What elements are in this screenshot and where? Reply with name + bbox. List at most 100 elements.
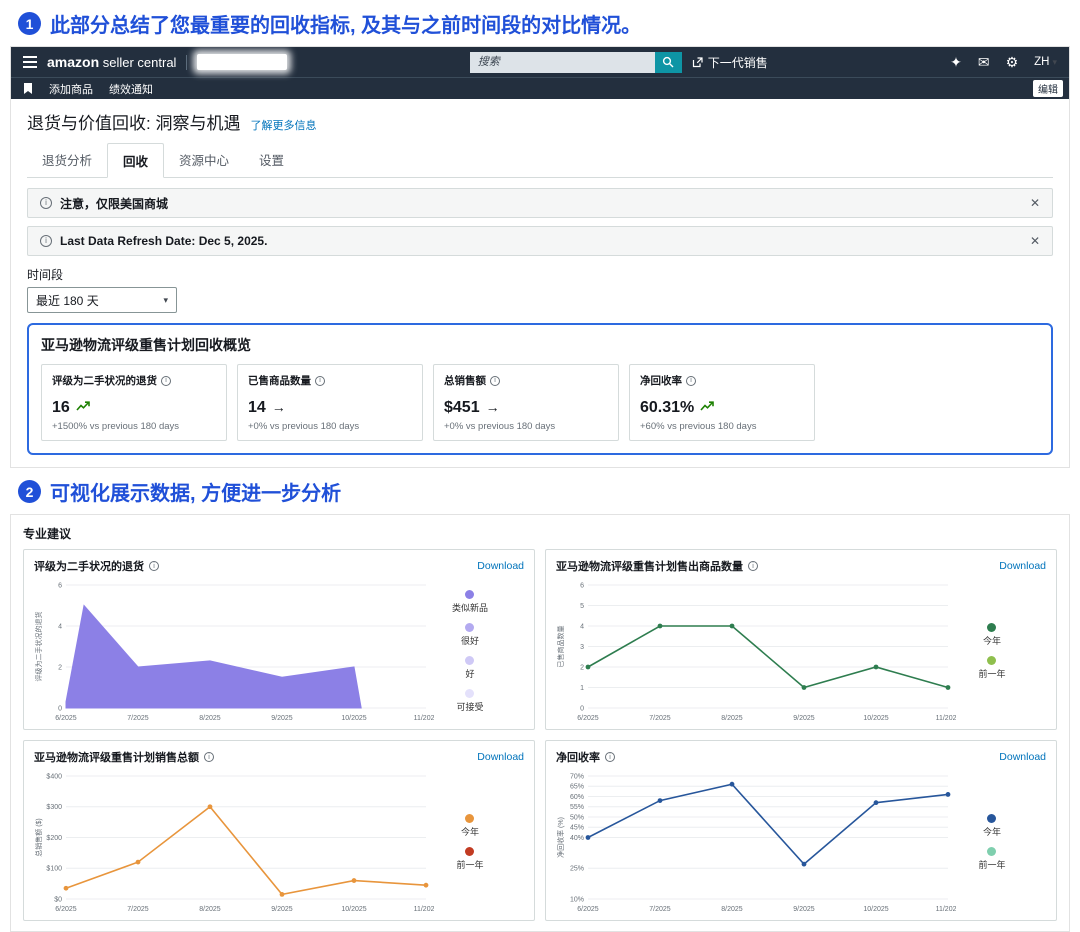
chart-title: 亚马逊物流评级重售计划售出商品数量 xyxy=(556,558,743,574)
svg-text:5: 5 xyxy=(580,603,584,610)
download-link[interactable]: Download xyxy=(999,751,1046,763)
store-name-redacted xyxy=(197,54,287,70)
download-link[interactable]: Download xyxy=(477,751,524,763)
logo-amazon: amazon xyxy=(47,54,99,70)
info-icon[interactable]: i xyxy=(490,376,500,386)
info-icon: i xyxy=(40,197,52,209)
mail-icon[interactable]: ✉ xyxy=(978,55,990,69)
alert-banner-us-marketplace: i 注意，仅限美国商城 ✕ xyxy=(27,188,1053,218)
gear-icon[interactable]: ⚙ xyxy=(1006,55,1019,69)
nav-performance-notifications[interactable]: 绩效通知 xyxy=(109,81,153,97)
language-label: ZH xyxy=(1034,56,1049,68)
section-header: 专业建议 xyxy=(23,525,1057,542)
learn-more-link[interactable]: 了解更多信息 xyxy=(250,117,316,133)
time-period-value: 最近 180 天 xyxy=(36,292,99,309)
edit-button[interactable]: 编辑 xyxy=(1033,80,1063,97)
chart-card-units-sold: 亚马逊物流评级重售计划售出商品数量 i Download 01234566/20… xyxy=(545,549,1057,730)
download-link[interactable]: Download xyxy=(477,560,524,572)
legend-item: 可接受 xyxy=(456,689,483,713)
amazon-seller-central-logo[interactable]: amazon seller central xyxy=(47,54,176,70)
metric-card-net-recovery-rate: 净回收率 i 60.31% +60% vs previous 180 days xyxy=(629,364,815,441)
step-2-badge: 2 xyxy=(18,480,41,503)
svg-text:7/2025: 7/2025 xyxy=(127,906,149,913)
svg-text:70%: 70% xyxy=(570,773,584,780)
svg-text:10/2025: 10/2025 xyxy=(863,715,888,722)
next-gen-selling-link[interactable]: 下一代销售 xyxy=(692,54,768,71)
download-link[interactable]: Download xyxy=(999,560,1046,572)
svg-text:9/2025: 9/2025 xyxy=(793,906,815,913)
svg-text:0: 0 xyxy=(58,705,62,712)
search-button[interactable] xyxy=(655,52,682,73)
alert-banner-data-refresh: i Last Data Refresh Date: Dec 5, 2025. ✕ xyxy=(27,226,1053,256)
info-icon[interactable]: i xyxy=(315,376,325,386)
tab-settings[interactable]: 设置 xyxy=(244,143,299,177)
legend-item: 很好 xyxy=(461,623,479,647)
main-content: 退货与价值回收: 洞察与机遇 了解更多信息 退货分析 回收 资源中心 设置 i … xyxy=(11,99,1069,467)
chevron-down-icon: ▾ xyxy=(1052,57,1057,68)
external-link-icon xyxy=(692,57,703,68)
info-icon[interactable]: i xyxy=(149,561,159,571)
legend-item: 好 xyxy=(465,656,474,680)
search-input[interactable] xyxy=(470,52,655,73)
metric-card-total-sales: 总销售额 i $451 → +0% vs previous 180 days xyxy=(433,364,619,441)
bookmark-icon[interactable] xyxy=(23,82,33,95)
info-icon[interactable]: i xyxy=(686,376,696,386)
svg-text:25%: 25% xyxy=(570,866,584,873)
time-period-select[interactable]: 最近 180 天 ▾ xyxy=(27,287,177,313)
next-gen-selling-label: 下一代销售 xyxy=(708,54,768,71)
annotation-step-1: 1 此部分总结了您最重要的回收指标, 及其与之前时间段的对比情况。 xyxy=(0,0,1080,44)
metric-label: 已售商品数量 xyxy=(248,373,311,388)
chart-title: 亚马逊物流评级重售计划销售总额 xyxy=(34,749,199,765)
legend-item: 今年 xyxy=(461,814,479,838)
trend-up-icon xyxy=(700,399,715,417)
svg-text:7/2025: 7/2025 xyxy=(649,906,671,913)
nav-add-product[interactable]: 添加商品 xyxy=(49,81,93,97)
chart-legend: 今年前一年 xyxy=(434,814,506,871)
close-icon[interactable]: ✕ xyxy=(1030,234,1040,248)
svg-text:8/2025: 8/2025 xyxy=(721,715,743,722)
svg-text:4: 4 xyxy=(580,623,584,630)
metric-card-graded-returns: 评级为二手状况的退货 i 16 +1500% vs previous 180 d… xyxy=(41,364,227,441)
svg-text:10/2025: 10/2025 xyxy=(863,906,888,913)
units-sold-line-chart: 01234566/20257/20258/20259/202510/202511… xyxy=(556,578,956,724)
sparkle-icon[interactable]: ✦ xyxy=(950,55,962,69)
svg-text:$100: $100 xyxy=(46,866,62,873)
chart-legend: 类似新品很好好可接受 xyxy=(434,590,506,713)
svg-text:7/2025: 7/2025 xyxy=(649,715,671,722)
metric-value: 60.31% xyxy=(640,399,694,417)
info-icon[interactable]: i xyxy=(605,752,615,762)
hamburger-menu-icon[interactable] xyxy=(23,56,37,68)
chart-title: 评级为二手状况的退货 xyxy=(34,558,144,574)
svg-text:6/2025: 6/2025 xyxy=(577,906,599,913)
metric-delta: +1500% vs previous 180 days xyxy=(52,421,216,432)
charts-screenshot: 专业建议 评级为二手状况的退货 i Download 02466/20257/2… xyxy=(10,514,1070,932)
annotation-step-2: 2 可视化展示数据, 方便进一步分析 xyxy=(0,468,1080,512)
svg-text:11/2025: 11/2025 xyxy=(414,715,434,722)
legend-label: 前一年 xyxy=(978,858,1005,871)
tabs: 退货分析 回收 资源中心 设置 xyxy=(27,143,1053,178)
svg-text:6/2025: 6/2025 xyxy=(577,715,599,722)
legend-label: 前一年 xyxy=(456,858,483,871)
svg-text:6/2025: 6/2025 xyxy=(55,715,77,722)
tab-recovery[interactable]: 回收 xyxy=(107,143,164,178)
metric-delta: +0% vs previous 180 days xyxy=(248,421,412,432)
info-icon[interactable]: i xyxy=(748,561,758,571)
svg-text:8/2025: 8/2025 xyxy=(199,906,221,913)
page-title: 退货与价值回收: 洞察与机遇 xyxy=(27,109,240,134)
net-recovery-rate-line-chart: 10%25%40%45%50%55%60%65%70%6/20257/20258… xyxy=(556,769,956,915)
graded-returns-area-chart: 02466/20257/20258/20259/202510/202511/20… xyxy=(34,578,434,724)
svg-text:6: 6 xyxy=(58,582,62,589)
logo-seller-central: seller central xyxy=(103,55,177,70)
tab-resource-center[interactable]: 资源中心 xyxy=(164,143,244,177)
legend-item: 今年 xyxy=(983,814,1001,838)
chart-card-net-recovery-rate: 净回收率 i Download 10%25%40%45%50%55%60%65%… xyxy=(545,740,1057,921)
svg-text:8/2025: 8/2025 xyxy=(199,715,221,722)
language-selector[interactable]: ZH ▾ xyxy=(1034,56,1057,68)
close-icon[interactable]: ✕ xyxy=(1030,196,1040,210)
info-icon[interactable]: i xyxy=(204,752,214,762)
tab-returns-analysis[interactable]: 退货分析 xyxy=(27,143,107,177)
legend-label: 今年 xyxy=(983,825,1001,838)
divider xyxy=(186,55,187,70)
info-icon[interactable]: i xyxy=(161,376,171,386)
alert-text: 注意，仅限美国商城 xyxy=(60,195,168,212)
